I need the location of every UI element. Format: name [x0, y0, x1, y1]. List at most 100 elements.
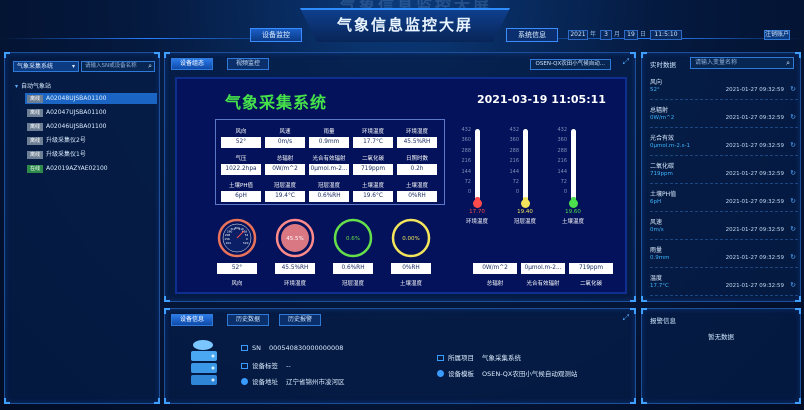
humidity-gauge: 0.6%	[333, 218, 373, 258]
device-tree-item[interactable]: 离线 升级采集仪2号	[27, 135, 159, 146]
device-tree-item[interactable]: 离线 A02047UJSBA01100	[27, 107, 159, 118]
gauge-label: 环境湿度	[283, 281, 306, 287]
tab-history-alarm[interactable]: 历史报警	[279, 314, 322, 326]
variable-name: 光合有效	[650, 135, 675, 142]
thermo-tick-label: 0	[467, 189, 471, 196]
device-search-input[interactable]: 请输入SN或设备名称 ⌕	[81, 61, 155, 72]
variable-name: 风速	[650, 219, 663, 226]
wind-direction-compass: 104156208260312364416468520520	[217, 218, 257, 258]
tab-history-data[interactable]: 历史数据	[227, 314, 270, 326]
humidity-gauge: 0.00%	[391, 218, 431, 258]
realtime-row[interactable]: 土壤PH值 6pH 2021-01-27 09:32:59 ↻	[650, 187, 798, 212]
day-unit: 日	[640, 31, 647, 38]
device-tree-item[interactable]: 离线 A02046UJSBA01100	[27, 121, 159, 132]
refresh-icon[interactable]: ↻	[790, 197, 796, 205]
alarm-title: 报警信息	[650, 317, 676, 325]
thermometer-value: 17.70	[469, 209, 485, 215]
thermo-tick-label: 0	[563, 189, 567, 196]
thermo-tick-label: 432	[557, 127, 567, 133]
search-icon[interactable]: ⌕	[786, 58, 790, 68]
sensor-value: 0%RH	[397, 191, 437, 202]
refresh-icon[interactable]: ↻	[790, 169, 796, 177]
fullscreen-icon[interactable]: ⤢	[623, 57, 629, 67]
time-field[interactable]: 11:5:10	[650, 30, 682, 40]
variable-value: 0W/m^2	[650, 115, 675, 121]
sensor-label: 日照时数	[405, 156, 428, 162]
sensor-value: 0.2h	[397, 164, 437, 175]
system-select[interactable]: 气象采集系统	[13, 61, 79, 72]
compass-tick-label: 104	[226, 241, 232, 245]
gauge-label: 土壤湿度	[399, 281, 422, 287]
project-icon	[437, 355, 444, 361]
caret-down-icon[interactable]: ▾	[15, 83, 18, 90]
realtime-row[interactable]: 温度 17.7°C 2021-01-27 09:32:59 ↻	[650, 271, 798, 296]
gauge-value: 52°	[217, 263, 257, 274]
variable-value: 0m/s	[650, 227, 664, 233]
variable-search-input[interactable]: 请输入变量名称 ⌕	[690, 57, 794, 69]
tab-device-config[interactable]: 设备组态	[171, 58, 214, 70]
screen-title: 气象采集系统	[225, 93, 328, 112]
realtime-row[interactable]: 光合有效 0μmol.m-2.s-1 2021-01-27 09:32:59 ↻	[650, 131, 798, 156]
variable-value: 52°	[650, 87, 660, 93]
thermo-tick-label: 288	[461, 147, 471, 154]
thermometer-value: 19.40	[517, 209, 533, 215]
info-project: 所属项目 气象采集系统	[437, 352, 521, 362]
screen-datetime: 2021-03-19 11:05:11	[477, 93, 606, 106]
thermometer-bulb	[473, 199, 482, 208]
gauge-label: 风向	[231, 281, 243, 287]
thermo-scale: 432 360 288 216 144 72 0	[457, 125, 471, 198]
radiation-value: 0μmol.m-2...	[521, 263, 565, 274]
alarm-panel: 报警信息 暂无数据	[641, 308, 801, 404]
logout-button[interactable]: 注销账户	[764, 30, 790, 40]
thermo-tick-label: 0	[515, 189, 519, 196]
status-badge: 离线	[27, 136, 43, 145]
nav-system-info-button[interactable]: 系统信息	[506, 28, 558, 42]
device-tree-item[interactable]: 离线 A02048UJSBA01100	[25, 93, 157, 104]
variable-timestamp: 2021-01-27 09:32:59	[725, 199, 784, 205]
radiation-value: 0W/m^2	[473, 263, 517, 274]
thermo-tick-label: 288	[509, 147, 519, 154]
fullscreen-icon[interactable]: ⤢	[623, 313, 629, 323]
thermometer-tube	[523, 129, 528, 201]
device-search-placeholder: 请输入SN或设备名称	[85, 63, 137, 69]
thermo-tick-label: 360	[509, 137, 519, 144]
day-field[interactable]: 19	[624, 30, 638, 40]
gauge-value: 0.6%RH	[333, 263, 373, 274]
refresh-icon[interactable]: ↻	[790, 253, 796, 261]
sensor-label: 风速	[279, 129, 291, 135]
device-name-label: 升级采集仪1号	[46, 151, 86, 158]
sensor-value: 45.5%RH	[397, 137, 437, 148]
variable-value: 0μmol.m-2.s-1	[650, 143, 690, 149]
sensor-value: 0.6%RH	[309, 191, 349, 202]
search-icon[interactable]: ⌕	[148, 62, 152, 71]
sensor-value: 6pH	[221, 191, 261, 202]
device-name-select[interactable]: OSEN-QX农田小气候自动...	[529, 59, 611, 70]
nav-device-monitor-button[interactable]: 设备监控	[250, 28, 302, 42]
refresh-icon[interactable]: ↻	[790, 113, 796, 121]
realtime-row[interactable]: 总辐射 0W/m^2 2021-01-27 09:32:59 ↻	[650, 103, 798, 128]
sensor-value: 52°	[221, 137, 261, 148]
refresh-icon[interactable]: ↻	[790, 281, 796, 289]
thermo-tick-label: 72	[560, 179, 567, 186]
info-address: 设备地址 辽宁省锦州市凌河区	[241, 376, 345, 386]
info-model: 设备模板 OSEN-QX农田小气候自动观测站	[437, 368, 577, 378]
tree-root-weather-station[interactable]: ▾ 自动气象站	[15, 81, 51, 90]
tag-label: 设备标签	[252, 362, 278, 370]
device-tree-item[interactable]: 在线 A02019AZYAE02100	[27, 163, 159, 174]
device-tree-item[interactable]: 离线 升级采集仪1号	[27, 149, 159, 160]
realtime-row[interactable]: 二氧化碳 719ppm 2021-01-27 09:32:59 ↻	[650, 159, 798, 184]
realtime-row[interactable]: 风速 0m/s 2021-01-27 09:32:59 ↻	[650, 215, 798, 240]
realtime-row[interactable]: 雨量 0.9mm 2021-01-27 09:32:59 ↻	[650, 243, 798, 268]
year-field[interactable]: 2021	[568, 30, 588, 40]
realtime-row[interactable]: 风向 52° 2021-01-27 09:32:59 ↻	[650, 75, 798, 100]
variable-name: 二氧化碳	[650, 163, 675, 170]
sensor-value: 0.9mm	[309, 137, 349, 148]
sensor-value: 0W/m^2	[265, 164, 305, 175]
refresh-icon[interactable]: ↻	[790, 85, 796, 93]
thermometer-bulb	[569, 199, 578, 208]
month-field[interactable]: 3	[600, 30, 612, 40]
tab-device-info[interactable]: 设备信息	[171, 314, 214, 326]
refresh-icon[interactable]: ↻	[790, 225, 796, 233]
tab-video-monitor[interactable]: 视频监控	[227, 58, 270, 70]
refresh-icon[interactable]: ↻	[790, 141, 796, 149]
